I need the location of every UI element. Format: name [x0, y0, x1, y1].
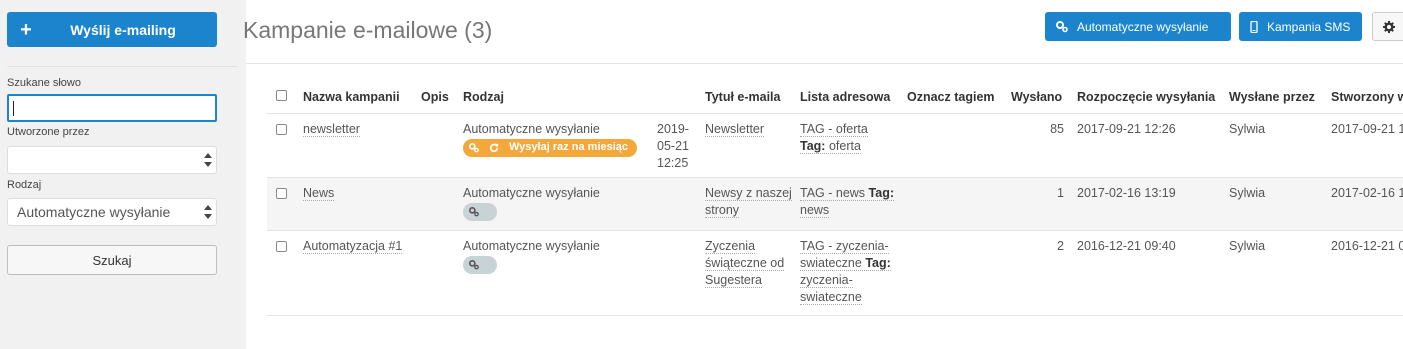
column-header-type[interactable]: Rodzaj: [463, 81, 657, 113]
table-row[interactable]: News Automatyczne wysyłanie Newsy z nasz…: [267, 177, 1403, 230]
created-by-select[interactable]: [7, 146, 217, 174]
row-checkbox[interactable]: [276, 240, 287, 252]
address-list-tag-name: zyczenia-swiateczne: [800, 272, 862, 304]
column-header-start[interactable]: Rozpoczęcie wysyłania: [1077, 81, 1229, 113]
column-header-description[interactable]: Opis: [421, 81, 463, 113]
sent-count: 1: [1057, 185, 1064, 200]
campaign-type: Automatyczne wysyłanie: [463, 238, 600, 253]
auto-send-button[interactable]: Automatyczne wysyłanie: [1045, 12, 1231, 41]
sms-campaign-button[interactable]: Kampania SMS: [1239, 12, 1362, 41]
cogs-icon: [469, 142, 479, 152]
type-select[interactable]: Automatyczne wysyłanie: [7, 198, 217, 226]
address-list[interactable]: TAG - news Tag: news: [800, 185, 895, 218]
sms-campaign-label: Kampania SMS: [1267, 19, 1351, 34]
campaign-date: 2019-05-21 12:25: [657, 121, 689, 170]
campaign-type: Automatyczne wysyłanie: [463, 185, 600, 200]
campaign-description: [421, 230, 463, 315]
table-header-row: Nazwa kampanii Opis Rodzaj Tytuł e-maila…: [267, 81, 1403, 113]
address-list-tag-label: Tag:: [865, 255, 891, 270]
type-select-value: Automatyczne wysyłanie: [17, 204, 171, 220]
type-label: Rodzaj: [7, 179, 42, 191]
column-header-address-list[interactable]: Lista adresowa: [800, 81, 907, 113]
mobile-phone-icon: [1250, 20, 1258, 33]
sidebar: + Wyślij e-mailing Szukane słowo Utworzo…: [0, 0, 246, 349]
column-header-created[interactable]: Stworzony w: [1331, 81, 1403, 113]
search-word-label: Szukane słowo: [7, 77, 81, 89]
row-checkbox[interactable]: [276, 123, 287, 135]
address-list-tag-name: news: [800, 202, 830, 217]
address-list[interactable]: TAG - zyczenia-swiateczne Tag: zyczenia-…: [800, 238, 891, 305]
campaign-description: [421, 113, 463, 177]
column-header-sent[interactable]: Wysłano: [1011, 81, 1077, 113]
cogs-icon: [469, 259, 479, 269]
cogs-icon: [1056, 20, 1068, 32]
settings-button[interactable]: [1372, 12, 1403, 41]
page-title: Kampanie e-mailowe (3): [243, 17, 493, 43]
mark-tag: [907, 113, 1011, 177]
sent-count: 2: [1057, 238, 1064, 253]
column-header-date: [657, 81, 705, 113]
search-button[interactable]: Szukaj: [7, 245, 217, 275]
auto-send-label: Automatyczne wysyłanie: [1077, 19, 1209, 34]
campaigns-table: Nazwa kampanii Opis Rodzaj Tytuł e-maila…: [267, 81, 1403, 316]
refresh-icon: [489, 142, 499, 152]
campaign-date: [657, 177, 705, 230]
address-list-tag-label: Tag:: [800, 138, 826, 153]
cogs-icon: [469, 206, 479, 216]
row-checkbox[interactable]: [276, 187, 287, 199]
campaign-description: [421, 177, 463, 230]
created-by-label: Utworzone przez: [7, 126, 90, 138]
sent-by: Sylwia: [1229, 185, 1266, 200]
sidebar-divider: [7, 66, 237, 67]
table-row[interactable]: Automatyzacja #1 Automatyczne wysyłanie …: [267, 230, 1403, 315]
created-date: 2017-09-21 12:25: [1331, 121, 1403, 136]
column-header-name[interactable]: Nazwa kampanii: [303, 81, 421, 113]
created-date: 2017-02-16 13:18: [1331, 185, 1403, 200]
table-row[interactable]: newsletter Automatyczne wysyłanie Wysyła…: [267, 113, 1403, 177]
select-all-checkbox[interactable]: [276, 89, 287, 101]
mark-tag: [907, 177, 1011, 230]
created-date: 2016-12-21 09:39: [1331, 238, 1403, 253]
column-header-sent-by[interactable]: Wysłane przez: [1229, 81, 1331, 113]
email-title[interactable]: Newsy z naszej strony: [705, 185, 792, 218]
start-date: 2017-09-21 12:26: [1077, 121, 1176, 136]
plus-icon: +: [20, 18, 32, 41]
sent-count: 85: [1050, 121, 1064, 136]
search-word-input[interactable]: [7, 94, 217, 122]
start-date: 2017-02-16 13:19: [1077, 185, 1176, 200]
schedule-badge[interactable]: Wysyłaj raz na miesiąc: [463, 138, 638, 157]
sort-arrows-icon: [204, 205, 212, 219]
email-title[interactable]: Newsletter: [705, 121, 765, 137]
campaigns-panel: Nazwa kampanii Opis Rodzaj Tytuł e-maila…: [246, 63, 1403, 349]
campaign-name[interactable]: News: [303, 185, 335, 201]
mark-tag: [907, 230, 1011, 315]
email-title[interactable]: Zyczenia świąteczne od Sugestera: [705, 238, 785, 288]
column-header-email-title[interactable]: Tytuł e-maila: [705, 81, 800, 113]
address-list-tag: TAG - oferta: [800, 121, 868, 136]
send-emailing-label: Wyślij e-mailing: [70, 21, 176, 38]
send-emailing-button[interactable]: + Wyślij e-mailing: [7, 12, 217, 47]
address-list-tag-name: oferta: [828, 138, 861, 153]
address-list-tag-label: Tag:: [868, 185, 895, 200]
address-list-tag: TAG - news: [800, 185, 866, 200]
start-date: 2016-12-21 09:40: [1077, 238, 1176, 253]
campaign-name[interactable]: newsletter: [303, 121, 360, 137]
campaign-type: Automatyczne wysyłanie: [463, 121, 600, 136]
text-cursor: [13, 101, 14, 116]
sent-by: Sylwia: [1229, 121, 1266, 136]
schedule-badge-label: Wysyłaj raz na miesiąc: [509, 141, 629, 153]
automation-badge[interactable]: [463, 202, 497, 221]
automation-badge[interactable]: [463, 255, 497, 274]
column-header-mark-tag[interactable]: Oznacz tagiem: [907, 81, 1011, 113]
sent-by: Sylwia: [1229, 238, 1266, 253]
sort-arrows-icon: [204, 153, 212, 167]
gear-icon: [1383, 20, 1395, 33]
campaign-name[interactable]: Automatyzacja #1: [303, 238, 403, 254]
campaign-date: [657, 230, 705, 315]
address-list[interactable]: TAG - oferta Tag: oferta: [800, 121, 868, 154]
